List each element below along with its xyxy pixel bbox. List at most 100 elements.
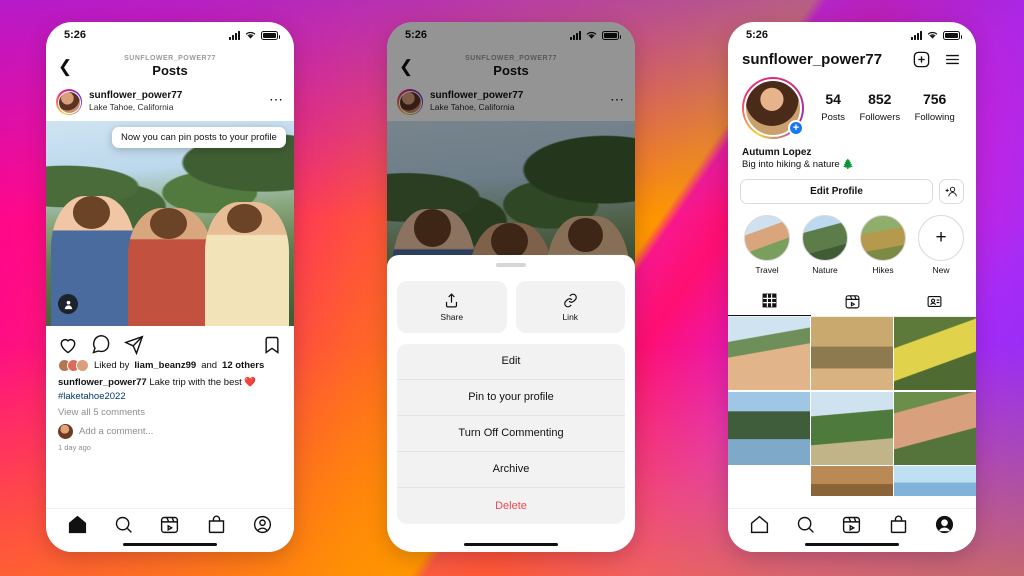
phone-options-sheet: 5:26 ❮ SUNFLOWER_POWER77 Posts sunflower… <box>387 22 635 552</box>
link-label: Link <box>562 311 579 322</box>
battery-icon <box>943 31 962 40</box>
post-actions <box>46 326 294 359</box>
search-icon <box>797 516 814 533</box>
tab-profile[interactable] <box>252 514 273 540</box>
profile-photo-grid <box>728 317 976 496</box>
highlight-label: Nature <box>812 265 838 275</box>
sheet-item-archive[interactable]: Archive <box>397 452 625 488</box>
profile-display-name: Autumn Lopez <box>742 147 812 158</box>
heart-icon[interactable] <box>58 335 78 355</box>
profile-content-tabs <box>728 286 976 317</box>
battery-icon <box>261 31 280 40</box>
profile-action-buttons: Edit Profile <box>728 170 976 204</box>
view-comments-link[interactable]: View all 5 comments <box>46 404 294 418</box>
more-options-icon[interactable]: ⋯ <box>269 92 284 108</box>
highlight-travel[interactable]: Travel <box>744 215 790 275</box>
share-label: Share <box>440 311 464 322</box>
likes-others-count[interactable]: 12 others <box>222 360 264 371</box>
tab-reels[interactable] <box>811 286 894 316</box>
phone-profile-view: 5:26 sunflower_power77 + 54 Posts 852 Fo… <box>728 22 976 552</box>
grid-cell[interactable] <box>811 317 893 390</box>
wifi-icon <box>927 31 938 39</box>
post-timestamp: 1 day ago <box>58 442 91 452</box>
grid-cell[interactable] <box>728 317 810 390</box>
hamburger-menu-icon[interactable] <box>943 50 962 69</box>
sheet-item-edit[interactable]: Edit <box>397 344 625 380</box>
share-icon[interactable] <box>124 335 144 355</box>
caption-username[interactable]: sunflower_power77 <box>58 377 147 388</box>
sheet-item-turn-off-commenting[interactable]: Turn Off Commenting <box>397 416 625 452</box>
stat-label: Following <box>914 112 955 123</box>
profile-username[interactable]: sunflower_power77 <box>742 51 882 68</box>
tab-home[interactable] <box>67 514 88 540</box>
search-icon <box>115 516 132 533</box>
status-bar: 5:26 <box>728 22 976 48</box>
sheet-item-pin-to-profile[interactable]: Pin to your profile <box>397 380 625 416</box>
liker-avatars <box>58 359 89 372</box>
grid-cell[interactable] <box>728 466 810 496</box>
edit-profile-button[interactable]: Edit Profile <box>740 179 933 204</box>
tab-reels[interactable] <box>159 514 180 540</box>
add-person-button[interactable] <box>939 179 964 204</box>
stat-value: 54 <box>825 91 841 107</box>
reels-icon <box>161 516 179 533</box>
page-title: Posts <box>152 62 188 78</box>
add-comment-input[interactable]: Add a comment... <box>79 426 153 437</box>
post-header: sunflower_power77 Lake Tahoe, California… <box>46 84 294 121</box>
grid-cell[interactable] <box>894 466 976 496</box>
home-indicator <box>123 542 217 546</box>
grid-cell[interactable] <box>728 391 810 465</box>
profile-header: sunflower_power77 <box>728 48 976 77</box>
bookmark-icon[interactable] <box>262 335 282 355</box>
profile-icon <box>936 515 954 533</box>
tagged-people-icon[interactable] <box>58 294 78 314</box>
phone-post-view: 5:26 ❮ SUNFLOWER_POWER77 Posts sunflower… <box>46 22 294 552</box>
grid-cell[interactable] <box>811 466 893 496</box>
status-time: 5:26 <box>64 29 87 41</box>
home-indicator <box>805 542 899 546</box>
stat-following[interactable]: 756 Following <box>915 91 955 125</box>
highlight-nature[interactable]: Nature <box>802 215 848 275</box>
stat-followers[interactable]: 852 Followers <box>859 91 900 125</box>
tab-search[interactable] <box>795 514 816 540</box>
home-icon <box>68 515 86 533</box>
profile-stats-row: + 54 Posts 852 Followers 756 Following <box>728 77 976 139</box>
link-button[interactable]: Link <box>515 280 625 333</box>
tab-reels[interactable] <box>841 514 862 540</box>
highlight-new[interactable]: + New <box>918 215 964 275</box>
add-story-icon[interactable]: + <box>788 120 804 136</box>
grid-cell[interactable] <box>811 391 893 465</box>
add-comment-row[interactable]: Add a comment... <box>46 418 294 439</box>
profile-bio-text: Big into hiking & nature 🌲 <box>742 159 855 170</box>
stat-value: 756 <box>922 91 947 107</box>
post-username[interactable]: sunflower_power77 <box>89 90 262 102</box>
post-options-sheet: Share Link Edit Pin to your profile Turn… <box>387 255 635 552</box>
grid-cell[interactable] <box>894 317 976 390</box>
stat-value: 852 <box>868 91 892 107</box>
caption-text: Lake trip with the best ❤️ <box>146 377 257 388</box>
tab-home[interactable] <box>749 514 770 540</box>
highlight-hikes[interactable]: Hikes <box>860 215 906 275</box>
tab-tagged[interactable] <box>893 286 976 316</box>
comment-icon[interactable] <box>91 335 111 355</box>
post-location[interactable]: Lake Tahoe, California <box>89 102 262 113</box>
pin-posts-tooltip: Now you can pin posts to your profile <box>112 127 286 148</box>
share-button[interactable]: Share <box>397 280 507 333</box>
tab-shop[interactable] <box>206 514 227 540</box>
chevron-left-icon[interactable]: ❮ <box>58 58 72 75</box>
grid-cell[interactable] <box>894 391 976 465</box>
stat-label: Posts <box>821 112 845 123</box>
tab-grid[interactable] <box>728 286 811 316</box>
likes-prefix: Liked by <box>94 360 130 371</box>
tab-shop[interactable] <box>888 514 909 540</box>
avatar[interactable] <box>56 89 82 115</box>
tab-profile[interactable] <box>934 514 955 540</box>
sheet-grabber[interactable] <box>496 263 526 267</box>
reels-icon <box>843 516 861 533</box>
new-post-icon[interactable] <box>912 50 931 69</box>
sheet-item-delete[interactable]: Delete <box>397 488 625 524</box>
tab-search[interactable] <box>113 514 134 540</box>
caption-hashtag[interactable]: #laketahoe2022 <box>58 391 126 402</box>
likes-username[interactable]: liam_beanz99 <box>134 360 196 371</box>
stat-posts[interactable]: 54 Posts <box>821 91 845 125</box>
